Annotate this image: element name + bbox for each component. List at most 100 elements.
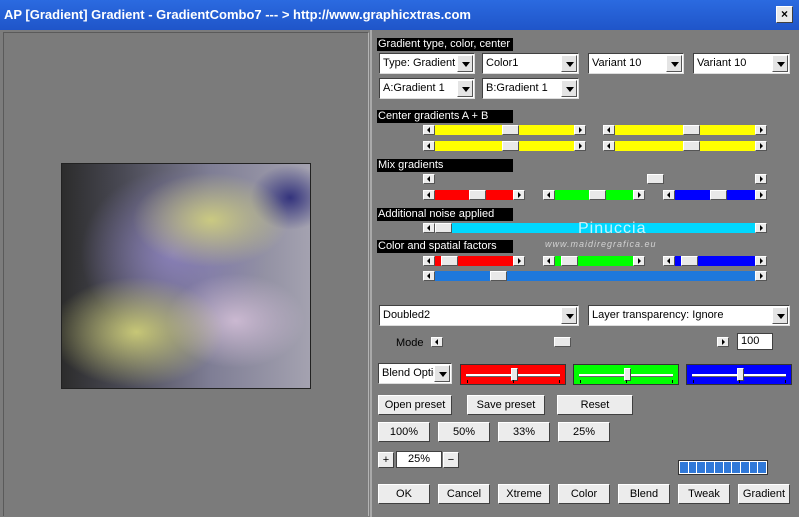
slider-thumb[interactable]	[681, 256, 698, 266]
chevron-down-icon[interactable]	[666, 55, 682, 72]
chevron-down-icon[interactable]	[772, 55, 788, 72]
arrow-right-icon[interactable]	[755, 271, 767, 281]
save-preset-button[interactable]: Save preset	[467, 395, 545, 415]
doubled-dropdown[interactable]: Doubled2	[379, 305, 579, 326]
arrow-right-icon[interactable]	[755, 223, 767, 233]
arrow-left-icon[interactable]	[603, 125, 615, 135]
chevron-down-icon[interactable]	[772, 307, 788, 324]
chevron-down-icon[interactable]	[561, 80, 577, 97]
arrow-right-icon[interactable]	[755, 174, 767, 184]
mix-slider-blue[interactable]	[663, 190, 767, 200]
tweak-button[interactable]: Tweak	[678, 484, 730, 504]
variant2-dropdown[interactable]: Variant 10	[693, 53, 790, 74]
mode-value-input[interactable]: 100	[737, 333, 773, 350]
window-title: AP [Gradient] Gradient - GradientCombo7 …	[4, 7, 471, 22]
slider-thumb[interactable]	[502, 141, 519, 151]
section-noise: Additional noise applied	[377, 208, 513, 221]
open-preset-button[interactable]: Open preset	[378, 395, 452, 415]
color-dropdown[interactable]: Color1	[482, 53, 579, 74]
arrow-left-icon[interactable]	[543, 190, 555, 200]
a-gradient-dropdown[interactable]: A:Gradient 1	[379, 78, 475, 99]
slider-track[interactable]	[435, 174, 755, 184]
chevron-down-icon[interactable]	[561, 307, 577, 324]
zoom-50-button[interactable]: 50%	[438, 422, 490, 442]
mix-slider-red[interactable]	[423, 190, 525, 200]
arrow-left-icon[interactable]	[423, 256, 435, 266]
slider-thumb[interactable]	[502, 125, 519, 135]
slider-thumb[interactable]	[554, 337, 571, 347]
slider-thumb[interactable]	[647, 174, 664, 184]
arrow-left-icon[interactable]	[663, 190, 675, 200]
arrow-left-icon[interactable]	[423, 223, 435, 233]
blend-slider-blue[interactable]	[686, 364, 792, 385]
slider-track[interactable]	[443, 337, 717, 347]
zoom-out-button[interactable]: −	[443, 452, 459, 468]
arrow-left-icon[interactable]	[423, 190, 435, 200]
arrow-right-icon[interactable]	[755, 125, 767, 135]
mode-slider[interactable]	[431, 337, 729, 347]
arrow-right-icon[interactable]	[513, 190, 525, 200]
b-gradient-dropdown[interactable]: B:Gradient 1	[482, 78, 579, 99]
arrow-right-icon[interactable]	[755, 141, 767, 151]
chevron-down-icon[interactable]	[457, 55, 473, 72]
arrow-right-icon[interactable]	[574, 125, 586, 135]
chevron-down-icon[interactable]	[457, 80, 473, 97]
arrow-right-icon[interactable]	[633, 190, 645, 200]
layer-transparency-dropdown[interactable]: Layer transparency: Ignore	[588, 305, 790, 326]
spatial-slider-main[interactable]	[423, 271, 767, 281]
spatial-slider-green[interactable]	[543, 256, 645, 266]
arrow-left-icon[interactable]	[431, 337, 443, 347]
blend-button[interactable]: Blend	[618, 484, 670, 504]
arrow-right-icon[interactable]	[633, 256, 645, 266]
slider-thumb[interactable]	[561, 256, 578, 266]
zoom-100-button[interactable]: 100%	[378, 422, 430, 442]
arrow-left-icon[interactable]	[423, 125, 435, 135]
arrow-right-icon[interactable]	[574, 141, 586, 151]
slider-track[interactable]	[435, 271, 755, 281]
gradient-button[interactable]: Gradient	[738, 484, 790, 504]
slider-thumb[interactable]	[435, 223, 452, 233]
xtreme-button[interactable]: Xtreme	[498, 484, 550, 504]
arrow-left-icon[interactable]	[663, 256, 675, 266]
mix-slider-main[interactable]	[423, 174, 767, 184]
zoom-33-button[interactable]: 33%	[498, 422, 550, 442]
variant1-dropdown[interactable]: Variant 10	[588, 53, 684, 74]
color-button[interactable]: Color	[558, 484, 610, 504]
center-slider-2[interactable]	[603, 125, 767, 135]
spatial-slider-red[interactable]	[423, 256, 525, 266]
slider-thumb[interactable]	[441, 256, 458, 266]
arrow-left-icon[interactable]	[423, 174, 435, 184]
cancel-button[interactable]: Cancel	[438, 484, 490, 504]
slider-thumb[interactable]	[710, 190, 727, 200]
arrow-left-icon[interactable]	[423, 271, 435, 281]
slider-thumb[interactable]	[683, 141, 700, 151]
spatial-slider-blue[interactable]	[663, 256, 767, 266]
zoom-in-button[interactable]: +	[378, 452, 394, 468]
blend-options-dropdown[interactable]: Blend Optio	[378, 363, 452, 384]
zoom-25-button[interactable]: 25%	[558, 422, 610, 442]
center-slider-4[interactable]	[603, 141, 767, 151]
ok-button[interactable]: OK	[378, 484, 430, 504]
slider-thumb[interactable]	[490, 271, 507, 281]
slider-thumb[interactable]	[469, 190, 486, 200]
center-slider-3[interactable]	[423, 141, 586, 151]
arrow-right-icon[interactable]	[755, 190, 767, 200]
mix-slider-green[interactable]	[543, 190, 645, 200]
blend-slider-red[interactable]	[460, 364, 566, 385]
close-button[interactable]: ×	[776, 6, 793, 23]
chevron-down-icon[interactable]	[561, 55, 577, 72]
chevron-down-icon[interactable]	[434, 365, 450, 382]
arrow-right-icon[interactable]	[755, 256, 767, 266]
center-slider-1[interactable]	[423, 125, 586, 135]
arrow-left-icon[interactable]	[423, 141, 435, 151]
slider-thumb[interactable]	[683, 125, 700, 135]
reset-button[interactable]: Reset	[557, 395, 633, 415]
blend-slider-green[interactable]	[573, 364, 679, 385]
variant1-value: Variant 10	[592, 57, 642, 69]
type-dropdown[interactable]: Type: Gradient	[379, 53, 475, 74]
arrow-right-icon[interactable]	[717, 337, 729, 347]
arrow-right-icon[interactable]	[513, 256, 525, 266]
slider-thumb[interactable]	[589, 190, 606, 200]
arrow-left-icon[interactable]	[603, 141, 615, 151]
arrow-left-icon[interactable]	[543, 256, 555, 266]
